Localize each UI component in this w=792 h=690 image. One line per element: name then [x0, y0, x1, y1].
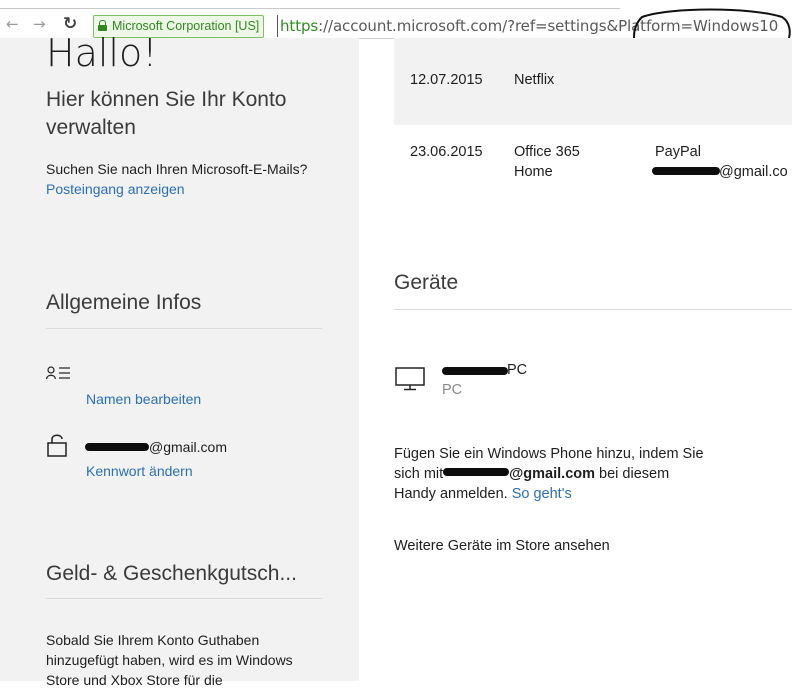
padlock-icon: [47, 434, 67, 457]
phone-text-suffix: bei diesem: [599, 466, 670, 482]
tab-strip-divider: [0, 8, 620, 9]
change-password-link[interactable]: Kennwort ändern: [86, 463, 193, 479]
inbox-link[interactable]: Posteingang anzeigen: [46, 181, 185, 197]
section-divider: [46, 328, 322, 329]
section-divider: [394, 309, 792, 310]
phone-instruction-line2: sich mit @gmail.com bei diesem: [394, 464, 669, 484]
device-type: PC: [442, 382, 463, 398]
phone-text-prefix: sich mit: [394, 466, 444, 482]
payment-method: PayPal: [655, 144, 701, 160]
contact-card-icon: [46, 366, 70, 380]
back-arrow-icon[interactable]: ←: [6, 15, 19, 33]
redacted-email: [652, 167, 720, 175]
redacted-device-name: [442, 367, 508, 375]
phone-email: @gmail.com: [509, 466, 596, 482]
email-question: Suchen Sie nach Ihren Microsoft-E-Mails?: [46, 161, 308, 177]
purchase-item[interactable]: Office 365 Home: [514, 142, 614, 182]
more-devices-store-link[interactable]: Weitere Geräte im Store ansehen: [394, 536, 610, 556]
money-description: Sobald Sie Ihrem Konto Guthaben hinzugef…: [46, 632, 293, 688]
section-divider: [46, 598, 322, 599]
lock-icon: [98, 20, 107, 31]
devices-heading: Geräte: [394, 271, 459, 294]
desktop-pc-icon: [395, 367, 425, 391]
phone-instruction-line1: Fügen Sie ein Windows Phone hinzu, indem…: [394, 446, 704, 462]
how-to-link[interactable]: So geht's: [512, 486, 572, 502]
forward-arrow-icon[interactable]: →: [33, 15, 46, 33]
phone-text-end: Handy anmelden.: [394, 486, 508, 502]
purchase-item[interactable]: Netflix: [514, 70, 554, 90]
purchase-date: 23.06.2015: [410, 144, 483, 160]
redacted-email: [443, 468, 510, 476]
purchase-date: 12.07.2015: [410, 72, 483, 88]
payment-account: @gmail.co: [719, 164, 788, 180]
phone-instruction-line3: Handy anmelden. So geht's: [394, 484, 572, 504]
money-giftcards-heading: Geld- & Geschenkgutsch...: [46, 562, 297, 585]
account-email-suffix: @gmail.com: [149, 439, 228, 455]
url-scheme: https: [280, 17, 319, 35]
general-info-heading: Allgemeine Infos: [46, 291, 202, 314]
redacted-email: [85, 443, 149, 451]
device-name-suffix[interactable]: PC: [507, 360, 527, 380]
greeting-heading: Hallo!: [46, 31, 158, 75]
edit-name-link[interactable]: Namen bearbeiten: [86, 391, 201, 407]
subtitle: Hier können Sie Ihr Konto verwalten: [46, 88, 287, 139]
